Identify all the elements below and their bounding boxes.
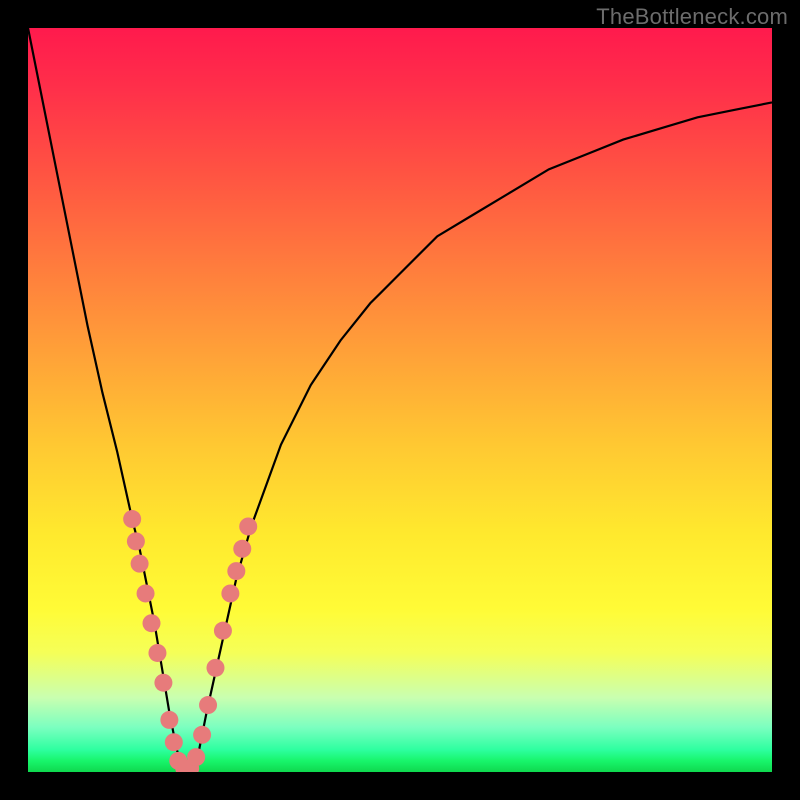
curve-marker [137, 584, 155, 602]
watermark-text: TheBottleneck.com [596, 4, 788, 30]
curve-marker [127, 532, 145, 550]
curve-marker [227, 562, 245, 580]
curve-marker [143, 614, 161, 632]
curve-marker [187, 748, 205, 766]
curve-marker [233, 540, 251, 558]
curve-marker [214, 622, 232, 640]
bottleneck-curve [28, 28, 772, 772]
curve-layer [28, 28, 772, 772]
curve-marker [193, 726, 211, 744]
curve-marker [148, 644, 166, 662]
chart-frame: TheBottleneck.com [0, 0, 800, 800]
plot-area [28, 28, 772, 772]
curve-marker [131, 555, 149, 573]
curve-markers [123, 510, 257, 772]
curve-marker [206, 659, 224, 677]
curve-marker [165, 733, 183, 751]
curve-marker [199, 696, 217, 714]
curve-marker [160, 711, 178, 729]
curve-marker [154, 674, 172, 692]
curve-marker [123, 510, 141, 528]
curve-marker [239, 517, 257, 535]
curve-marker [221, 584, 239, 602]
